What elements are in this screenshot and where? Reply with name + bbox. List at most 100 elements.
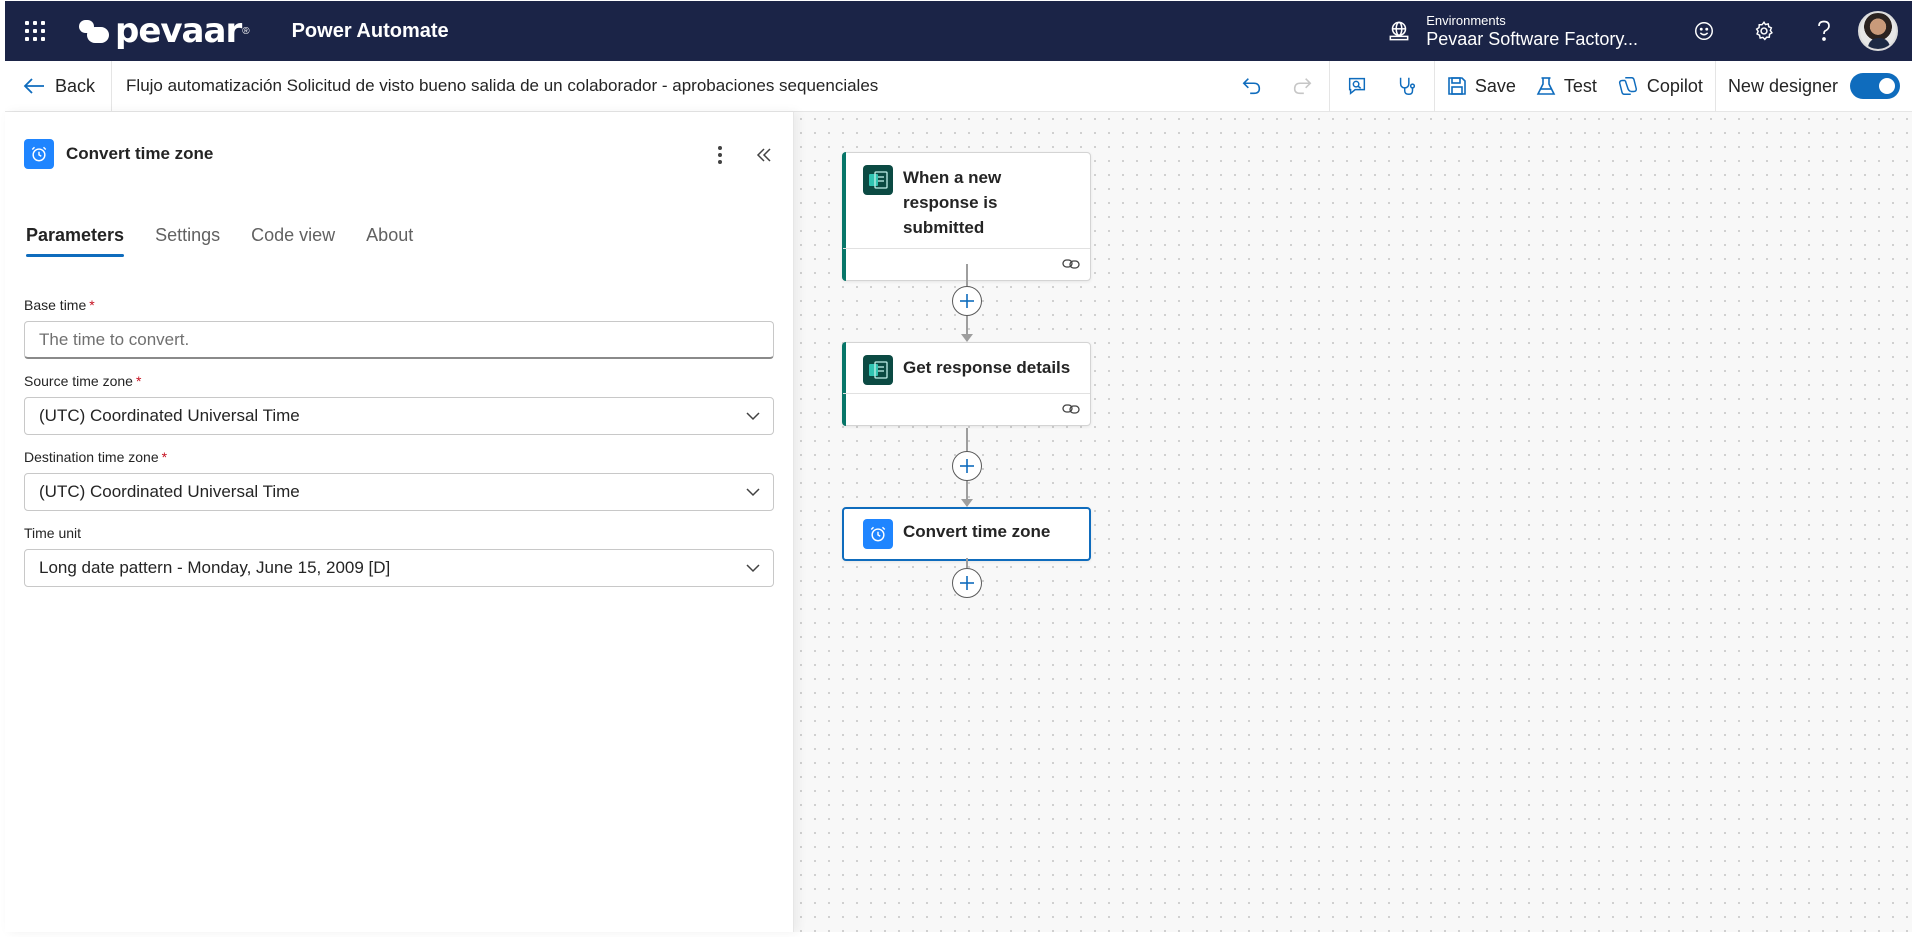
flow-node-get-response[interactable]: Get response details — [842, 342, 1091, 426]
copilot-button[interactable]: Copilot — [1607, 61, 1713, 111]
brand-mark-icon — [77, 16, 111, 46]
plus-icon — [960, 294, 974, 308]
comment-search-icon — [1348, 77, 1365, 95]
divider — [1328, 60, 1330, 112]
command-bar: Back Flujo automatización Solicitud de v… — [5, 60, 1912, 112]
panel-title[interactable]: Convert time zone — [66, 144, 213, 164]
chevron-down-icon — [746, 412, 760, 421]
brand-name: pevaar — [115, 11, 242, 51]
flow-health-button[interactable] — [1382, 61, 1432, 111]
time-unit-value: Long date pattern - Monday, June 15, 200… — [39, 558, 391, 577]
connector-stroke — [966, 558, 968, 568]
new-designer-label: New designer — [1727, 75, 1838, 96]
chevron-down-icon — [746, 488, 760, 497]
alarm-clock-icon — [863, 519, 893, 549]
designer-canvas[interactable]: When a new response is submitted Get res… — [794, 112, 1912, 932]
divider — [1714, 60, 1716, 112]
redo-icon — [1293, 78, 1312, 95]
copilot-icon — [1618, 77, 1637, 95]
node-title: When a new response is submitted — [903, 168, 1002, 237]
plus-icon — [960, 576, 974, 590]
insert-step-button[interactable] — [952, 451, 982, 481]
question-mark-icon — [1818, 20, 1830, 41]
brand-logo[interactable]: pevaar ® — [77, 14, 250, 48]
user-avatar[interactable] — [1858, 11, 1898, 51]
settings-button[interactable] — [1734, 1, 1794, 61]
connector-arrowhead — [961, 334, 973, 342]
environment-label: Environments — [1426, 12, 1506, 28]
action-details-panel: Convert time zone Parameters Settings Co… — [5, 112, 794, 932]
required-marker: * — [161, 449, 168, 465]
base-time-label: Base time * — [24, 297, 95, 313]
undo-button[interactable] — [1227, 61, 1277, 111]
source-time-zone-value: (UTC) Coordinated Universal Time — [39, 406, 300, 425]
more-vertical-icon — [718, 146, 722, 164]
beaker-icon — [1536, 77, 1556, 95]
stethoscope-icon — [1399, 77, 1415, 95]
link-icon[interactable] — [1062, 257, 1080, 271]
back-label: Back — [55, 75, 96, 96]
destination-time-zone-value: (UTC) Coordinated Universal Time — [39, 482, 300, 501]
save-label: Save — [1474, 75, 1516, 96]
insert-step-button[interactable] — [952, 286, 982, 316]
feedback-button[interactable] — [1674, 1, 1734, 61]
environment-picker[interactable]: Environments Pevaar Software Factory... — [1386, 13, 1638, 50]
forms-icon — [863, 355, 893, 385]
link-icon[interactable] — [1062, 402, 1080, 416]
destination-time-zone-dropdown[interactable]: (UTC) Coordinated Universal Time — [24, 473, 774, 511]
chevron-down-icon — [746, 564, 760, 573]
waffle-icon — [25, 21, 45, 41]
flow-title[interactable]: Flujo automatización Solicitud de visto … — [126, 76, 878, 96]
destination-time-zone-label: Destination time zone * — [24, 449, 167, 465]
required-marker: * — [135, 373, 142, 389]
source-time-zone-label: Source time zone * — [24, 373, 141, 389]
tab-about[interactable]: About — [366, 225, 413, 257]
double-chevron-left-icon — [756, 148, 771, 162]
destination-time-zone-label-text: Destination time zone — [24, 449, 159, 465]
save-icon — [1448, 77, 1466, 95]
flow-checker-button[interactable] — [1332, 61, 1382, 111]
source-time-zone-dropdown[interactable]: (UTC) Coordinated Universal Time — [24, 397, 774, 435]
app-launcher-button[interactable] — [5, 1, 65, 61]
time-unit-dropdown[interactable]: Long date pattern - Monday, June 15, 200… — [24, 549, 774, 587]
flow-node-convert-time-zone[interactable]: Convert time zone — [842, 507, 1091, 561]
new-designer-toggle[interactable] — [1850, 73, 1900, 99]
app-header: pevaar ® Power Automate Environments Pev… — [5, 1, 1912, 61]
source-time-zone-label-text: Source time zone — [24, 373, 133, 389]
environment-value: Pevaar Software Factory... — [1426, 28, 1638, 49]
node-footer — [843, 393, 1090, 425]
test-label: Test — [1563, 75, 1597, 96]
tab-code-view[interactable]: Code view — [251, 225, 335, 257]
copilot-label: Copilot — [1646, 75, 1703, 96]
base-time-input[interactable]: The time to convert. — [24, 321, 774, 359]
divider — [1433, 60, 1435, 112]
alarm-clock-icon — [24, 139, 54, 169]
node-title: Convert time zone — [903, 522, 1051, 541]
more-options-button[interactable] — [705, 140, 735, 170]
smiley-icon — [1695, 22, 1713, 40]
insert-step-button[interactable] — [952, 568, 982, 598]
collapse-panel-button[interactable] — [749, 140, 779, 170]
test-button[interactable]: Test — [1526, 61, 1607, 111]
tab-parameters[interactable]: Parameters — [26, 225, 125, 257]
redo-button[interactable] — [1277, 61, 1327, 111]
connector-arrowhead — [961, 499, 973, 507]
flow-node-trigger[interactable]: When a new response is submitted — [842, 152, 1091, 281]
undo-icon — [1242, 78, 1260, 95]
forms-icon — [863, 165, 893, 195]
plus-icon — [960, 459, 974, 473]
gear-icon — [1755, 21, 1773, 41]
arrow-left-icon — [23, 78, 44, 94]
node-title: Get response details — [903, 358, 1071, 377]
required-marker: * — [89, 297, 95, 313]
save-button[interactable]: Save — [1437, 61, 1526, 111]
panel-tabs: Parameters Settings Code view About — [26, 225, 444, 257]
back-button[interactable]: Back — [5, 61, 113, 111]
base-time-placeholder: The time to convert. — [39, 329, 190, 349]
help-button[interactable] — [1794, 1, 1854, 61]
tab-settings[interactable]: Settings — [155, 225, 220, 257]
environment-globe-icon — [1389, 21, 1409, 41]
base-time-label-text: Base time — [24, 297, 87, 313]
brand-registered-mark: ® — [242, 25, 250, 37]
app-name[interactable]: Power Automate — [292, 20, 449, 43]
